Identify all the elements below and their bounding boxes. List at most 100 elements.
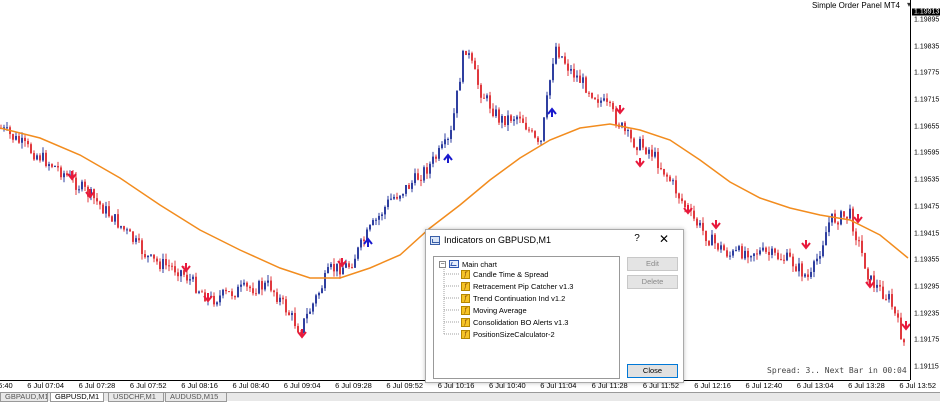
candle-body — [147, 255, 149, 258]
sell-arrow-icon — [865, 279, 875, 289]
candle-body — [294, 312, 296, 327]
candle-body — [483, 97, 485, 99]
candle-body — [615, 109, 617, 125]
tree-item-label: Trend Continuation Ind v1.2 — [473, 293, 566, 303]
candle-body — [801, 263, 803, 277]
tree-item-retracement-pip-catcher[interactable]: f Retracement Pip Catcher v1.3 — [461, 281, 573, 291]
candle-body — [576, 75, 578, 78]
candle-body — [321, 288, 323, 293]
tab-gbpaud[interactable]: GBPAUD,M1 — [0, 393, 48, 402]
candle-body — [867, 268, 869, 280]
candle-body — [663, 168, 665, 175]
candle-body — [138, 238, 140, 241]
candle-body — [270, 280, 272, 291]
candle-body — [462, 50, 464, 82]
time-tick-label: 6 Jul 09:04 — [283, 381, 321, 390]
candle-body — [717, 243, 719, 250]
candle-body — [438, 148, 440, 159]
candle-body — [108, 206, 110, 217]
close-button[interactable]: Close — [627, 364, 678, 378]
candle-body — [750, 256, 752, 258]
price-tick-label: 1.19895 — [914, 16, 940, 24]
candle-body — [507, 115, 509, 126]
candle-body — [6, 127, 8, 129]
candle-body — [432, 156, 434, 164]
candle-body — [408, 184, 410, 189]
candle-body — [186, 274, 188, 281]
candle-body — [879, 284, 881, 287]
candle-body — [798, 263, 800, 272]
candle-body — [192, 276, 194, 280]
tree-item-candle-time[interactable]: f Candle Time & Spread — [461, 269, 548, 279]
close-icon[interactable]: ✕ — [657, 232, 671, 246]
tree-item-trend-continuation[interactable]: f Trend Continuation Ind v1.2 — [461, 293, 565, 303]
candle-body — [168, 265, 170, 267]
help-button[interactable]: ? — [630, 233, 644, 244]
indicator-icon: f — [461, 305, 470, 315]
candle-body — [675, 180, 677, 194]
tab-gbpusd[interactable]: GBPUSD,M1 — [50, 393, 104, 402]
candle-body — [393, 196, 395, 199]
candle-body — [768, 251, 770, 255]
candle-body — [597, 99, 599, 103]
tree-root-main-chart[interactable]: − Main chart — [439, 259, 497, 269]
candle-body — [222, 289, 224, 296]
tree-item-moving-average[interactable]: f Moving Average — [461, 305, 527, 315]
candle-body — [660, 168, 662, 170]
tab-usdchf[interactable]: USDCHF,M1 — [108, 393, 164, 402]
candle-body — [498, 109, 500, 123]
indicator-icon: f — [461, 269, 470, 279]
candle-body — [279, 297, 281, 302]
candle-body — [882, 286, 884, 299]
candle-body — [141, 240, 143, 255]
time-tick-label: 6 Jul 07:52 — [129, 381, 167, 390]
tab-audusd[interactable]: AUDUSD,M15 — [165, 393, 227, 402]
indicator-tree[interactable]: − Main chart f Candle Time & Spread f Re… — [433, 256, 620, 379]
price-axis[interactable]: 1.19913 1.19895 1.19835 1.19775 1.19715 1.196… — [910, 0, 940, 380]
candle-body — [888, 294, 890, 300]
candle-body — [870, 275, 872, 280]
buy-arrow-icon — [547, 107, 557, 117]
candle-body — [276, 292, 278, 302]
candle-body — [714, 234, 716, 244]
candle-body — [609, 101, 611, 104]
candle-body — [648, 149, 650, 154]
candle-body — [777, 252, 779, 260]
collapse-icon[interactable]: − — [439, 260, 446, 268]
candle-body — [171, 265, 173, 267]
sell-arrow-icon — [901, 321, 910, 331]
candle-body — [606, 98, 608, 102]
buy-arrow-icon — [443, 153, 453, 163]
tree-item-position-size-calculator[interactable]: f PositionSizeCalculator-2 — [461, 329, 555, 339]
order-panel-label[interactable]: Simple Order Panel MT4 — [812, 1, 900, 10]
candle-body — [756, 253, 758, 255]
candle-body — [573, 68, 575, 78]
candle-body — [525, 122, 527, 130]
candle-body — [117, 214, 119, 228]
candle-body — [804, 274, 806, 277]
candle-body — [708, 241, 710, 246]
candle-body — [144, 254, 146, 258]
chart-window-icon — [430, 236, 440, 245]
candle-body — [468, 53, 470, 55]
candle-body — [15, 136, 17, 140]
candle-body — [666, 174, 668, 177]
tree-item-consolidation-bo-alerts[interactable]: f Consolidation BO Alerts v1.3 — [461, 317, 568, 327]
candle-body — [306, 313, 308, 319]
candle-body — [246, 282, 248, 287]
candle-body — [261, 281, 263, 290]
delete-button[interactable]: Delete — [627, 275, 678, 289]
indicator-icon: f — [461, 281, 470, 291]
candle-body — [471, 53, 473, 61]
candle-body — [693, 210, 695, 219]
sell-arrow-icon — [853, 214, 863, 224]
edit-button[interactable]: Edit — [627, 257, 678, 271]
candle-body — [225, 289, 227, 292]
candle-body — [102, 204, 104, 214]
indicator-icon: f — [461, 293, 470, 303]
dialog-titlebar[interactable]: Indicators on GBPUSD,M1 ? ✕ — [426, 230, 683, 252]
candle-body — [375, 219, 377, 221]
candle-body — [822, 245, 824, 257]
candle-body — [489, 95, 491, 109]
candle-body — [495, 109, 497, 117]
